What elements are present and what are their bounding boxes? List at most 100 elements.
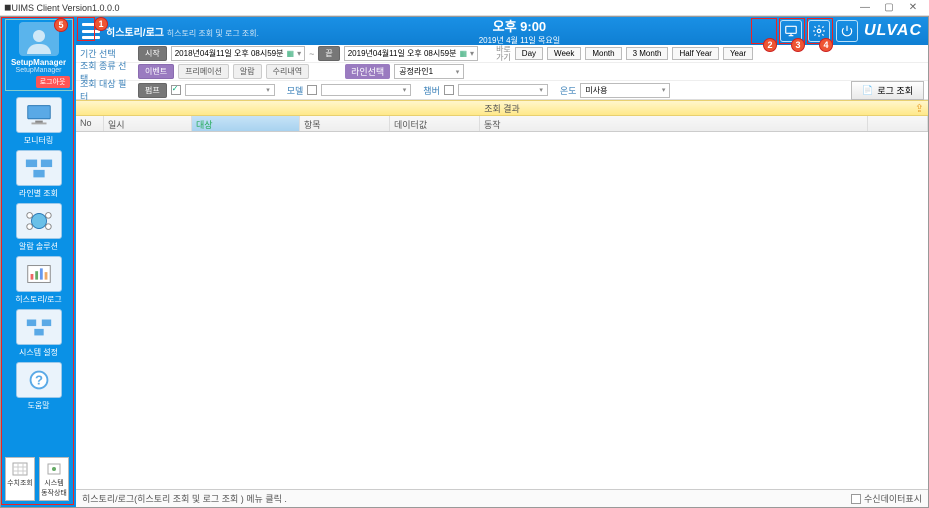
sidebar-item-help[interactable]: ? 도움말 — [12, 362, 66, 411]
report-icon — [16, 256, 62, 292]
range-year[interactable]: Year — [723, 47, 753, 60]
model-label: 모델 — [287, 84, 304, 97]
logout-button[interactable]: 로그아웃 — [36, 76, 70, 88]
system-icon — [16, 309, 62, 345]
chevron-down-icon: ▾ — [297, 49, 301, 58]
chevron-down-icon: ▾ — [266, 86, 270, 94]
badge-5: 5 — [54, 18, 68, 32]
table-body — [76, 132, 928, 489]
table-header: No 일시 대상 항목 데이터값 동작 — [76, 116, 928, 132]
result-header-text: 조회 결과 — [484, 104, 520, 114]
sidebar-item-monitoring[interactable]: 모니터링 — [12, 97, 66, 146]
sidebar-item-label: 라인별 조회 — [12, 188, 66, 199]
range-half[interactable]: Half Year — [672, 47, 718, 60]
sidebar-item-label: 시스템 설정 — [12, 347, 66, 358]
start-date-input[interactable]: 2018년04월11일 오후 08시59분 ▦▾ — [171, 46, 305, 61]
app-logo-icon: ◼ — [4, 2, 11, 13]
badge-2: 2 — [763, 38, 777, 52]
model-check[interactable] — [307, 85, 317, 95]
status-icon — [40, 460, 68, 478]
close-button[interactable]: ✕ — [901, 2, 925, 13]
page-subtitle: 히스토리 조회 및 로그 조회. — [167, 29, 259, 38]
chamber-check[interactable] — [444, 85, 454, 95]
filter-panel: 기간 선택 시작 2018년04월11일 오후 08시59분 ▦▾ ~ 끝 20… — [76, 45, 928, 100]
mini-values[interactable]: 수치조회 — [5, 457, 35, 501]
range-3month[interactable]: 3 Month — [626, 47, 669, 60]
help-icon: ? — [16, 362, 62, 398]
badge-4: 4 — [819, 38, 833, 52]
clock-time: 오후 9:00 — [265, 16, 774, 35]
sidebar-item-settings[interactable]: 시스템 설정 — [12, 309, 66, 358]
col-datavalue[interactable]: 데이터값 — [390, 116, 480, 131]
chamber-select[interactable]: ▾ — [458, 84, 548, 96]
chevron-down-icon: ▾ — [470, 49, 474, 58]
user-role: SetupManager — [8, 67, 70, 74]
col-no[interactable]: No — [76, 116, 104, 131]
sidebar-item-history[interactable]: 히스토리/로그 — [12, 256, 66, 305]
col-target[interactable]: 대상 — [192, 116, 300, 131]
type-event[interactable]: 이벤트 — [138, 64, 174, 79]
monitor-icon — [784, 24, 798, 38]
line-icon — [16, 150, 62, 186]
rx-label: 수신데이터표시 — [864, 492, 922, 505]
end-label: 끝 — [318, 46, 339, 61]
type-alarm[interactable]: 알람 — [233, 64, 262, 79]
start-label: 시작 — [138, 46, 167, 61]
monitor-icon — [16, 97, 62, 133]
result-header: 조회 결과 ⇪ — [76, 100, 928, 116]
type-repair[interactable]: 수리내역 — [266, 64, 309, 79]
col-item[interactable]: 항목 — [300, 116, 390, 131]
temp-select[interactable]: 미사용▾ — [580, 83, 670, 98]
pump-select[interactable]: ▾ — [185, 84, 275, 96]
rx-checkbox[interactable] — [851, 494, 861, 504]
mini-status[interactable]: 시스템 동작상태 — [39, 457, 69, 501]
page-title: 히스토리/로그 — [106, 28, 164, 39]
chevron-down-icon: ▾ — [456, 68, 460, 76]
start-date-value: 2018년04월11일 오후 08시59분 — [175, 48, 284, 59]
chamber-label: 챔버 — [423, 84, 440, 97]
globe-icon — [16, 203, 62, 239]
sidebar-item-label: 도움말 — [12, 400, 66, 411]
status-text: 히스토리/로그(히스토리 조회 및 로그 조회 ) 메뉴 클릭 . — [82, 492, 287, 505]
pump-label: 펌프 — [138, 83, 167, 98]
col-action[interactable]: 동작 — [480, 116, 868, 131]
chevron-down-icon: ▾ — [403, 86, 407, 94]
grid-icon — [6, 460, 34, 478]
type-promotion[interactable]: 프리메이션 — [178, 64, 229, 79]
minimize-button[interactable]: — — [853, 2, 877, 13]
export-button[interactable]: ⇪ — [915, 101, 924, 117]
temp-label: 온도 — [560, 84, 577, 97]
maximize-button[interactable]: ▢ — [877, 2, 901, 13]
power-button[interactable] — [836, 20, 858, 42]
doc-icon: 📄 — [862, 85, 873, 96]
avatar — [19, 22, 59, 56]
goto-label: 바로 가기 — [496, 46, 511, 62]
sidebar-item-label: 모니터링 — [12, 135, 66, 146]
range-month[interactable]: Month — [585, 47, 621, 60]
end-date-input[interactable]: 2019년04월11일 오후 08시59분 ▦▾ — [344, 46, 478, 61]
power-icon — [840, 24, 854, 38]
end-date-value: 2019년04월11일 오후 08시59분 — [348, 48, 457, 59]
pump-check[interactable] — [171, 85, 181, 95]
range-week[interactable]: Week — [547, 47, 581, 60]
run-query-button[interactable]: 📄로그 조회 — [851, 81, 924, 100]
badge-1: 1 — [94, 17, 108, 31]
model-select[interactable]: ▾ — [321, 84, 411, 96]
range-day[interactable]: Day — [515, 47, 543, 60]
line-value: 공정라인1 — [399, 66, 433, 77]
chevron-down-icon: ▾ — [539, 86, 543, 94]
status-bar: 히스토리/로그(히스토리 조회 및 로그 조회 ) 메뉴 클릭 . 수신데이터표… — [76, 489, 928, 507]
col-datetime[interactable]: 일시 — [104, 116, 192, 131]
mini-label: 수치조회 — [6, 478, 34, 488]
sidebar-item-line[interactable]: 라인별 조회 — [12, 150, 66, 199]
sidebar-item-alarm[interactable]: 알람 솔루션 — [12, 203, 66, 252]
window-title: UIMS Client Version1.0.0.0 — [11, 3, 119, 13]
line-select[interactable]: 공정라인1 ▾ — [394, 64, 464, 79]
user-name: SetupManager — [8, 58, 70, 67]
badge-3: 3 — [791, 38, 805, 52]
sidebar-item-label: 히스토리/로그 — [12, 294, 66, 305]
calendar-icon: ▦ — [287, 49, 295, 58]
col-last[interactable] — [868, 116, 928, 131]
sidebar: SetupManager SetupManager 로그아웃 모니터링 라인별 … — [1, 17, 76, 507]
line-label: 라인선택 — [345, 64, 390, 79]
